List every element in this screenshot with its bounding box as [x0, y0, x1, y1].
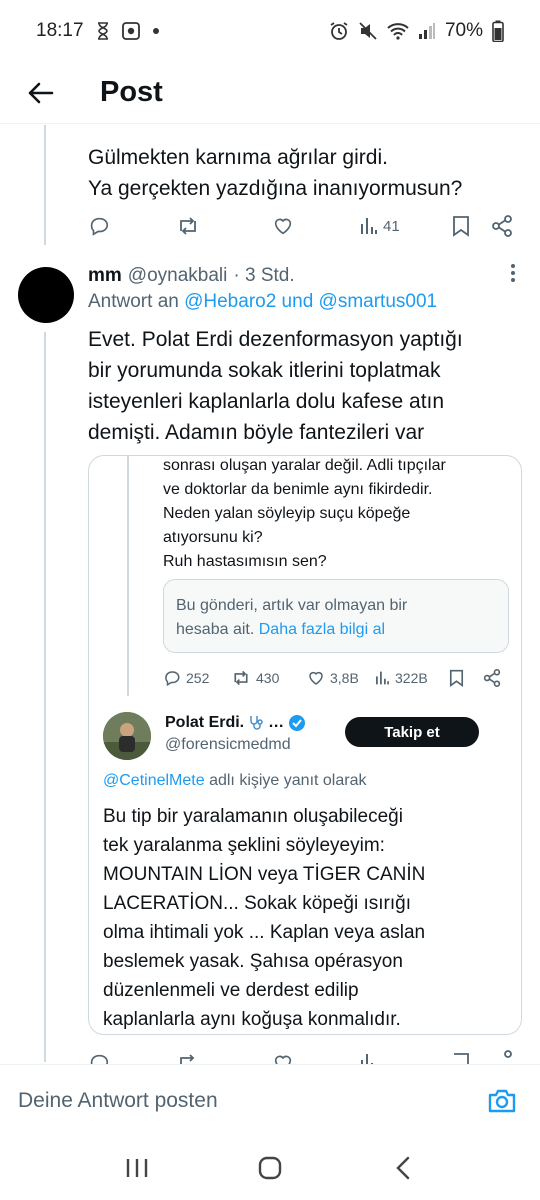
profile-photo-icon	[103, 712, 151, 760]
status-time: 18:17	[36, 20, 84, 41]
dot-icon	[152, 27, 160, 35]
stethoscope-icon	[250, 716, 263, 730]
repost-button[interactable]	[176, 215, 200, 237]
views-count: 322B	[395, 670, 428, 686]
reply-actions-partial	[88, 1050, 520, 1064]
share-icon	[492, 215, 512, 237]
status-bar: 18:17 70%	[0, 0, 540, 62]
bookmark-button[interactable]	[449, 669, 464, 687]
reply-icon	[90, 1054, 109, 1064]
unavailable-post-notice: Bu gönderi, artık var olmayan bir hesaba…	[163, 579, 509, 653]
share-icon	[483, 669, 501, 687]
repost-icon	[180, 1054, 195, 1064]
like-button[interactable]	[272, 215, 294, 237]
author-name[interactable]: mm	[88, 265, 122, 287]
parent-tweet-text: Gülmekten karnıma ağrılar girdi. Ya gerç…	[88, 146, 463, 200]
reply-author-row: mm @oynakbali · 3 Std.	[88, 262, 528, 290]
repost-icon	[180, 217, 196, 235]
quoted-post-card[interactable]: sonrası oluşan yaralar değil. Adli tıpçı…	[88, 455, 522, 1035]
reply-count: 252	[186, 670, 210, 686]
heart-icon	[274, 1055, 292, 1064]
bookmark-icon	[449, 669, 464, 687]
heart-icon	[309, 671, 323, 685]
arrow-left-icon	[28, 82, 54, 103]
reply-icon	[165, 671, 180, 687]
app-notification-icon	[121, 22, 140, 40]
home-icon	[258, 1156, 282, 1180]
quoted-post-text: Bu tip bir yaralamanın oluşabileceği tek…	[103, 806, 426, 1030]
reply-input[interactable]: Deine Antwort posten	[18, 1089, 218, 1113]
quoted-parent-text: sonrası oluşan yaralar değil. Adli tıpçı…	[163, 457, 446, 570]
recent-apps-button[interactable]	[107, 1143, 167, 1193]
follow-button[interactable]: Takip et	[345, 717, 479, 747]
mute-icon	[358, 21, 378, 41]
repost-icon	[234, 670, 248, 686]
repost-button[interactable]: 430	[231, 669, 279, 687]
system-nav-bar	[0, 1136, 540, 1200]
wifi-icon	[387, 22, 409, 40]
reply-button[interactable]: 252	[163, 669, 209, 687]
avatar[interactable]	[18, 267, 74, 323]
quoted-parent-actions: 252 430 3,8B 322B	[163, 664, 509, 692]
mention-link[interactable]: @Hebaro2	[184, 291, 276, 312]
thread-line	[127, 456, 129, 696]
share-icon	[504, 1050, 512, 1058]
thread-line	[44, 125, 46, 245]
learn-more-link[interactable]: Daha fazla bilgi al	[259, 621, 385, 638]
thread-line	[44, 332, 46, 1062]
like-count: 3,8B	[330, 670, 359, 686]
mention-link[interactable]: @smartus001	[319, 291, 438, 312]
alarm-icon	[329, 21, 349, 41]
reply-icon	[90, 217, 109, 236]
views-chart-icon	[361, 218, 377, 234]
reply-text: Evet. Polat Erdi dezenformasyon yaptığı …	[88, 328, 463, 444]
quoted-reply-to-line: @CetinelMete adlı kişiye yanıt olarak	[103, 772, 367, 789]
signal-icon	[418, 22, 436, 40]
like-button[interactable]: 3,8B	[307, 669, 359, 687]
system-back-button[interactable]	[373, 1143, 433, 1193]
parent-tweet-actions: 41	[88, 208, 520, 244]
heart-icon	[274, 218, 292, 235]
page-title: Post	[100, 76, 163, 108]
quoted-author-handle[interactable]: @forensicmedmd	[165, 736, 291, 754]
author-handle[interactable]: @oynakbali	[128, 265, 228, 287]
camera-button[interactable]	[482, 1081, 522, 1121]
share-button[interactable]	[483, 669, 501, 687]
more-vertical-icon	[511, 264, 515, 282]
repost-count: 430	[256, 670, 280, 686]
views-count: 41	[383, 217, 400, 235]
reply-to-line: Antwort an @Hebaro2 und @smartus001	[88, 291, 438, 312]
battery-icon	[492, 20, 504, 42]
chevron-left-icon	[396, 1156, 410, 1180]
top-app-bar: Post	[0, 62, 540, 124]
views-chart-icon	[376, 671, 389, 685]
bookmark-button[interactable]	[452, 215, 470, 237]
reply-button[interactable]	[88, 215, 110, 237]
views-chart-icon	[361, 1054, 373, 1064]
more-options-button[interactable]	[510, 263, 516, 289]
views-button[interactable]: 41	[360, 216, 400, 236]
mention-link[interactable]: @CetinelMete	[103, 772, 205, 789]
battery-text: 70%	[444, 20, 483, 41]
share-button[interactable]	[491, 215, 513, 237]
bookmark-icon	[454, 1053, 469, 1064]
reply-composer[interactable]: Deine Antwort posten	[0, 1064, 540, 1136]
bookmark-icon	[453, 216, 469, 237]
quoted-author-name[interactable]: Polat Erdi. …	[165, 714, 306, 732]
camera-icon	[488, 1089, 516, 1112]
hourglass-icon	[96, 22, 110, 40]
views-button[interactable]: 322B	[375, 670, 428, 686]
back-button[interactable]	[0, 62, 80, 124]
avatar[interactable]	[103, 712, 151, 760]
home-button[interactable]	[240, 1143, 300, 1193]
recent-apps-icon	[126, 1159, 147, 1177]
verified-badge-icon	[289, 715, 306, 731]
post-time: · 3 Std.	[233, 265, 295, 286]
